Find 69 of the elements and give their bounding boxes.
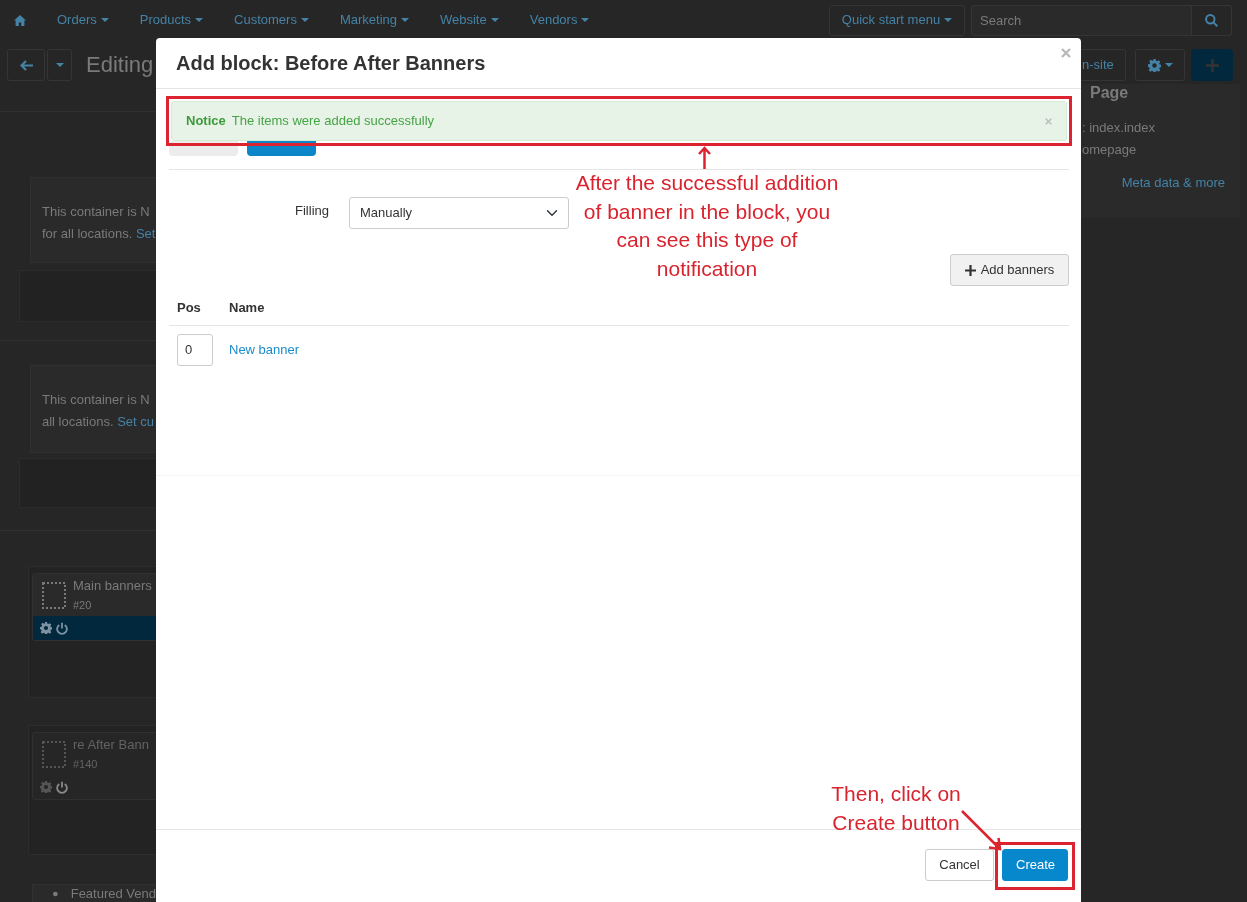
bullet-icon xyxy=(53,890,58,897)
gear-icon[interactable] xyxy=(1147,58,1161,72)
nav-menu-item[interactable]: Vendors xyxy=(529,11,590,29)
block-card[interactable]: Main banners #20 xyxy=(32,573,156,641)
cancel-button[interactable]: Cancel xyxy=(925,849,994,881)
nav-menu-item[interactable]: Marketing xyxy=(339,11,409,29)
panel-heading: Page xyxy=(1089,84,1130,102)
gear-icon[interactable] xyxy=(40,781,52,793)
annotation-text: Then, click on Create button xyxy=(830,781,962,836)
notice-title: Notice xyxy=(186,112,226,131)
banner-link[interactable]: New banner xyxy=(229,341,300,357)
meta-link[interactable]: Meta data & more xyxy=(1081,173,1240,193)
container-note: This container is N all locations. Set cu xyxy=(42,391,155,431)
nav-menu-item[interactable]: Customers xyxy=(234,11,309,29)
block-title: Featured Vend xyxy=(70,885,156,902)
caret-icon xyxy=(195,18,204,22)
column-header: Name xyxy=(229,299,265,315)
field-label: Filling xyxy=(294,202,329,220)
filling-select[interactable]: Manually xyxy=(349,197,569,229)
info-line: omepage xyxy=(1081,141,1138,159)
set-link[interactable]: Set cu xyxy=(117,414,154,429)
notice-message: The items were added successfully xyxy=(231,112,435,131)
search-field[interactable]: Search xyxy=(971,4,1192,36)
view-button[interactable]: n-site xyxy=(1081,49,1126,81)
set-link[interactable]: Set xyxy=(135,226,156,241)
search-button[interactable] xyxy=(1192,4,1232,36)
position-input[interactable]: 0 xyxy=(177,333,213,366)
home-icon[interactable] xyxy=(14,14,26,26)
search-icon xyxy=(1205,13,1218,27)
page-title: Editing xyxy=(86,51,154,79)
caret-icon xyxy=(300,18,309,22)
container-note: This container is N for all locations. Set xyxy=(42,203,156,243)
caret-icon xyxy=(944,18,953,22)
power-icon[interactable] xyxy=(56,780,68,794)
power-icon[interactable] xyxy=(56,621,68,635)
block-card[interactable]: Featured Vend xyxy=(32,884,156,902)
plus-icon xyxy=(964,264,976,276)
annotation-arrow xyxy=(698,146,711,169)
dotted-square-icon xyxy=(42,582,66,609)
block-card[interactable]: re After Bann #140 xyxy=(32,732,156,800)
arrow-left-icon xyxy=(19,59,33,71)
create-button[interactable]: Create xyxy=(1002,849,1068,881)
quick-start-button[interactable]: Quick start menu xyxy=(829,4,965,36)
annotation-text: After the successful addition of banner in the block, you can see this type of notification xyxy=(574,170,840,282)
block-number: #140 xyxy=(73,757,99,771)
caret-icon xyxy=(1164,63,1173,67)
plus-icon xyxy=(1205,58,1219,72)
caret-icon xyxy=(55,63,64,67)
close-icon[interactable] xyxy=(1061,48,1071,58)
nav-menu-item[interactable]: Orders xyxy=(57,11,109,29)
block-title: Main banners xyxy=(73,579,152,593)
back-button[interactable] xyxy=(7,49,45,81)
annotation-arrow xyxy=(960,809,1002,851)
caret-icon xyxy=(100,18,109,22)
caret-icon xyxy=(401,18,409,22)
block-number: #20 xyxy=(73,598,93,612)
dropdown-button[interactable] xyxy=(47,49,72,81)
nav-menu-item[interactable]: Products xyxy=(139,11,204,29)
info-line: : index.index xyxy=(1081,119,1156,137)
dotted-square-icon xyxy=(42,741,66,768)
dialog-title: Add block: Before After Banners xyxy=(176,51,486,75)
nav-menu-item[interactable]: Website xyxy=(440,11,499,29)
add-banners-button[interactable]: Add banners xyxy=(950,254,1069,286)
block-title: re After Bann xyxy=(73,738,149,752)
caret-icon xyxy=(581,18,590,22)
caret-icon xyxy=(490,18,499,22)
column-header: Pos xyxy=(177,299,201,315)
settings-button[interactable] xyxy=(1135,49,1185,81)
gear-icon[interactable] xyxy=(40,622,52,634)
